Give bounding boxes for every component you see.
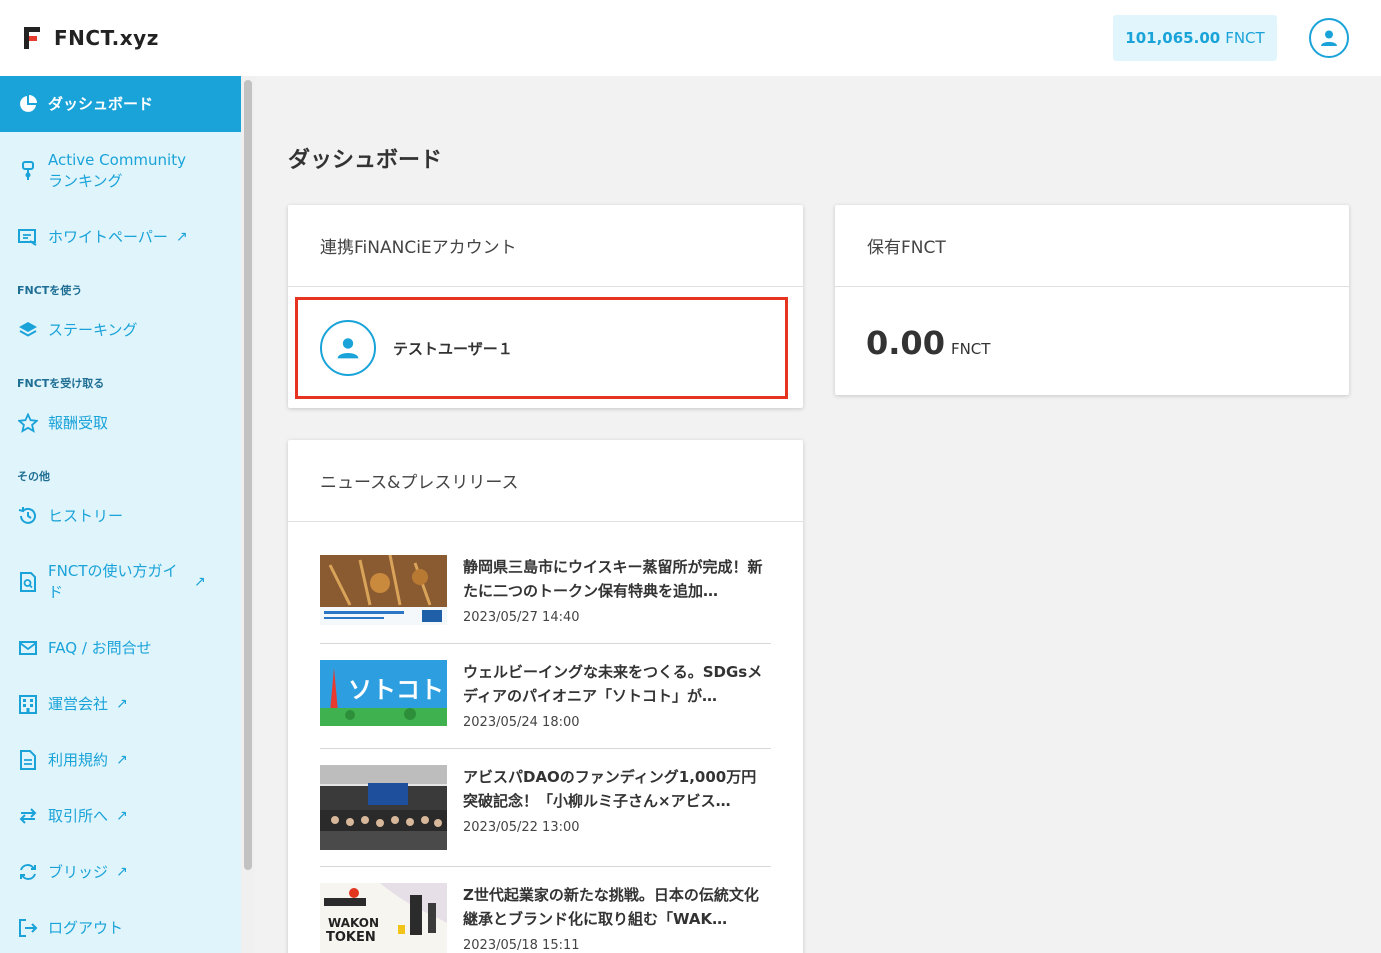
news-date: 2023/05/24 18:00 [463,715,580,730]
sidebar-item-history[interactable]: ヒストリー [0,503,241,529]
external-link-icon: ↗ [194,574,206,590]
external-link-icon: ↗ [175,229,188,245]
news-date: 2023/05/18 15:11 [463,938,580,953]
external-link-icon: ↗ [116,752,128,768]
balance-badge[interactable]: 101,065.00 FNCT [1113,15,1277,61]
sidebar-scrollbar-thumb[interactable] [244,80,252,870]
mail-icon [18,638,38,658]
divider [320,748,771,749]
sidebar-item-bridge[interactable]: ブリッジ ↗ [0,859,241,885]
fnct-balance-card: 保有FNCT [835,205,1349,395]
sidebar-item-label: Active Community ランキング [48,151,186,190]
external-link-icon: ↗ [116,808,128,824]
user-icon [1321,30,1337,46]
sidebar-item-label: FAQ / お問合せ [48,638,152,657]
news-title: ウェルビーイングな未来をつくる。SDGsメディアのパイオニア「ソトコト」が… [463,663,763,705]
svg-text:WAKON: WAKON [328,916,379,930]
sidebar-item-label: ステーキング [48,320,138,339]
sidebar-item-company[interactable]: 運営会社 ↗ [0,691,241,717]
user-icon [337,338,359,359]
sidebar-item-faq[interactable]: FAQ / お問合せ [0,635,241,661]
sidebar-item-label: ログアウト [48,918,124,937]
balance-amount: 101,065.00 [1125,29,1221,47]
sidebar-item-whitepaper[interactable]: ホワイトペーパー ↗ [0,224,241,250]
top-header: FNCT.xyz 101,065.00 FNCT [0,0,1381,76]
section-label-receive: FNCTを受け取る [17,377,105,390]
sidebar-item-label: 運営会社 [48,694,109,713]
sidebar-item-dashboard[interactable]: ダッシュボード [0,76,241,132]
news-title: アビスパDAOのファンディング1,000万円突破記念！「小柳ルミ子さん×アビス… [463,768,757,810]
bridge-icon [18,862,38,882]
card-title: 保有FNCT [835,205,1349,287]
sidebar-item-terms[interactable]: 利用規約 ↗ [0,747,241,773]
guide-icon [18,572,38,592]
external-link-icon: ↗ [116,696,128,712]
sidebar-item-label: ブリッジ [48,862,109,881]
card-title: ニュース&プレスリリース [288,440,803,522]
news-title: 静岡県三島市にウイスキー蒸留所が完成！新たに二つのトークン保有特典を追加… [463,558,763,600]
medal-icon [18,161,38,181]
svg-text:ソトコト: ソトコト [348,676,444,704]
news-item[interactable]: アビスパDAOのファンディング1,000万円突破記念！「小柳ルミ子さん×アビス…… [320,765,771,851]
sidebar-item-label: FNCTの使い方ガイ ド [48,562,178,601]
wakon-token-thumb: WAKON TOKEN [320,883,447,953]
logo-text: FNCT.xyz [54,26,159,50]
logout-icon [18,918,38,938]
account-avatar [320,320,376,376]
card-title: 連携FiNANCiEアカウント [288,205,803,287]
sidebar-item-label: 利用規約 [48,750,109,769]
balance-unit: FNCT [1225,29,1265,47]
account-button[interactable] [1309,18,1349,58]
history-icon [18,506,38,526]
document-icon [18,750,38,770]
layers-icon [18,320,38,340]
building-icon [18,694,38,714]
news-item[interactable]: WAKON TOKEN Z世代起業家の新たな挑戦。日本の伝統文化継承とブランド化… [320,883,771,953]
sidebar-item-label: ダッシュボード [48,94,154,113]
sidebar-item-label: 取引所へ [48,806,109,825]
whitepaper-icon [18,227,38,247]
sidebar-item-label: 報酬受取 [48,413,109,432]
sidebar-item-staking[interactable]: ステーキング [0,317,241,343]
section-label-other: その他 [17,470,50,483]
news-date: 2023/05/22 13:00 [463,820,580,835]
fnct-balance-value: 0.00 [866,324,945,362]
divider [320,866,771,867]
divider [320,643,771,644]
pie-chart-icon [18,94,38,114]
sidebar-item-label: ヒストリー [48,506,124,525]
sidebar-item-active-community-ranking[interactable]: Active Community ランキング [0,148,241,194]
sotokoto-thumb: ソトコト [320,660,447,730]
svg-text:TOKEN: TOKEN [326,930,376,945]
sidebar-item-exchange[interactable]: 取引所へ ↗ [0,803,241,829]
fnct-balance: 0.00 FNCT [866,324,990,362]
logo[interactable]: FNCT.xyz [24,26,159,50]
news-item[interactable]: 静岡県三島市にウイスキー蒸留所が完成！新たに二つのトークン保有特典を追加… 20… [320,555,771,627]
sidebar-item-rewards[interactable]: 報酬受取 [0,410,241,436]
news-title: Z世代起業家の新たな挑戦。日本の伝統文化継承とブランド化に取り組む「WAK… [463,886,759,928]
fnct-balance-unit: FNCT [950,340,991,358]
exchange-icon [18,806,38,826]
sidebar-item-label: ホワイトペーパー [48,227,168,246]
page-title: ダッシュボード [288,148,443,173]
sidebar-item-guide[interactable]: FNCTの使い方ガイ ド ↗ [0,559,241,605]
sidebar-item-logout[interactable]: ログアウト [0,915,241,941]
event-group-photo-thumb [320,765,447,850]
section-label-use: FNCTを使う [17,284,83,297]
external-link-icon: ↗ [116,864,128,880]
news-item[interactable]: ソトコト ウェルビーイングな未来をつくる。SDGsメディアのパイオニア「ソトコト… [320,660,771,732]
fnct-logo-icon [24,27,40,49]
news-date: 2023/05/27 14:40 [463,610,580,625]
star-icon [18,413,38,433]
account-user-name: テストユーザー１ [393,340,513,358]
whisky-distillery-thumb [320,555,447,625]
